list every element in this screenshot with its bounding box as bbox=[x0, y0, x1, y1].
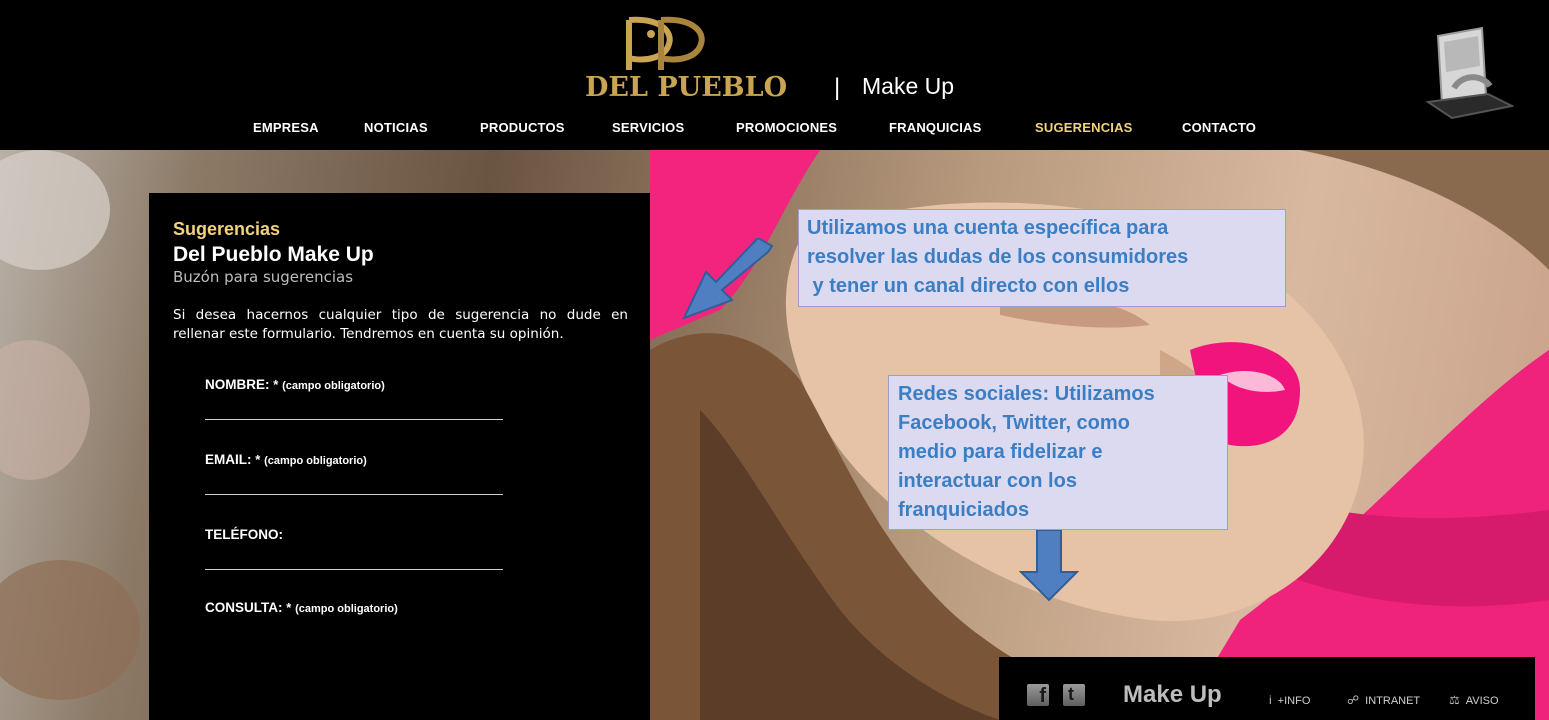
intranet-icon: ☍ bbox=[1347, 693, 1360, 707]
required-note: (campo obligatorio) bbox=[282, 380, 385, 392]
info-link[interactable]: i +INFO bbox=[1269, 693, 1310, 707]
page-title: Del Pueblo Make Up bbox=[173, 243, 374, 266]
nav-item-promociones[interactable]: PROMOCIONES bbox=[736, 120, 837, 135]
annotation-line: Redes sociales: Utilizamos bbox=[898, 383, 1155, 405]
required-mark: * bbox=[273, 377, 279, 392]
main-nav: EMPRESA NOTICIAS PRODUCTOS SERVICIOS PRO… bbox=[0, 120, 1549, 140]
form-description: Si desea hacernos cualquier tipo de suge… bbox=[173, 307, 628, 342]
brand-separator: | bbox=[834, 74, 841, 101]
nav-item-productos[interactable]: PRODUCTOS bbox=[480, 120, 565, 135]
brand-logo[interactable]: DEL PUEBLO bbox=[585, 14, 825, 104]
required-note: (campo obligatorio) bbox=[264, 455, 367, 467]
annotation-line: interactuar con los bbox=[898, 470, 1077, 492]
suggestion-form-panel: Sugerencias Del Pueblo Make Up Buzón par… bbox=[149, 193, 650, 720]
twitter-glyph: t bbox=[1068, 684, 1074, 704]
nav-item-empresa[interactable]: EMPRESA bbox=[253, 120, 319, 135]
site-header: DEL PUEBLO | Make Up EMPRESA NOTICIAS PR… bbox=[0, 0, 1549, 150]
form-field-telefono: TELÉFONO: bbox=[205, 527, 503, 570]
footer-bar: f t Make Up i +INFO ☍ INTRANET ⚖ AVISO bbox=[999, 657, 1535, 720]
annotation-line: y tener un canal directo con ellos bbox=[807, 275, 1130, 297]
intranet-link[interactable]: ☍ INTRANET bbox=[1347, 693, 1420, 707]
consulta-label: CONSULTA: bbox=[205, 600, 283, 615]
aviso-link[interactable]: ⚖ AVISO bbox=[1449, 693, 1499, 707]
annotation-line: medio para fidelizar e bbox=[898, 441, 1103, 463]
telefono-label: TELÉFONO: bbox=[205, 527, 283, 542]
nav-item-noticias[interactable]: NOTICIAS bbox=[364, 120, 428, 135]
arrow-down-icon bbox=[1019, 530, 1079, 602]
page-subtitle: Buzón para sugerencias bbox=[173, 268, 354, 286]
field-label: CONSULTA: * (campo obligatorio) bbox=[205, 600, 503, 615]
arrow-down-left-icon bbox=[682, 238, 774, 320]
required-mark: * bbox=[255, 452, 261, 467]
nombre-input[interactable] bbox=[205, 392, 503, 420]
footer-brand: Make Up bbox=[1123, 681, 1222, 708]
field-label: NOMBRE: * (campo obligatorio) bbox=[205, 377, 503, 392]
nav-item-contacto[interactable]: CONTACTO bbox=[1182, 120, 1256, 135]
monogram-icon bbox=[626, 16, 705, 70]
field-label: EMAIL: * (campo obligatorio) bbox=[205, 452, 503, 467]
nav-item-sugerencias[interactable]: SUGERENCIAS bbox=[1035, 120, 1133, 135]
annotation-social-networks: Redes sociales: Utilizamos Facebook, Twi… bbox=[888, 375, 1228, 530]
facebook-glyph: f bbox=[1039, 685, 1046, 707]
twitter-icon[interactable]: t bbox=[1063, 684, 1085, 706]
intranet-label: INTRANET bbox=[1365, 695, 1421, 707]
annotation-line: Utilizamos una cuenta específica para bbox=[807, 217, 1169, 239]
annotation-line: franquiciados bbox=[898, 499, 1030, 521]
annotation-support-account: Utilizamos una cuenta específica para re… bbox=[798, 209, 1286, 307]
award-trophy-icon bbox=[1425, 26, 1514, 120]
field-label: TELÉFONO: bbox=[205, 527, 503, 542]
email-input[interactable] bbox=[205, 467, 503, 495]
aviso-label: AVISO bbox=[1465, 695, 1499, 707]
nombre-label: NOMBRE: bbox=[205, 377, 270, 392]
nav-item-franquicias[interactable]: FRANQUICIAS bbox=[889, 120, 981, 135]
facebook-icon[interactable]: f bbox=[1027, 684, 1049, 707]
required-note: (campo obligatorio) bbox=[295, 603, 398, 615]
form-field-email: EMAIL: * (campo obligatorio) bbox=[205, 452, 503, 495]
email-label: EMAIL: bbox=[205, 452, 252, 467]
info-icon: i bbox=[1269, 693, 1272, 707]
nav-item-servicios[interactable]: SERVICIOS bbox=[612, 120, 684, 135]
required-mark: * bbox=[286, 600, 292, 615]
annotation-line: Facebook, Twitter, como bbox=[898, 412, 1130, 434]
telefono-input[interactable] bbox=[205, 542, 503, 570]
info-label: +INFO bbox=[1277, 695, 1311, 707]
form-field-consulta: CONSULTA: * (campo obligatorio) bbox=[205, 600, 503, 615]
section-heading: Sugerencias bbox=[173, 219, 281, 239]
form-field-nombre: NOMBRE: * (campo obligatorio) bbox=[205, 377, 503, 420]
brand-tagline: Make Up bbox=[862, 73, 955, 99]
brand-name: DEL PUEBLO bbox=[585, 72, 788, 103]
annotation-line: resolver las dudas de los consumidores bbox=[807, 246, 1189, 268]
scales-icon: ⚖ bbox=[1449, 693, 1460, 707]
